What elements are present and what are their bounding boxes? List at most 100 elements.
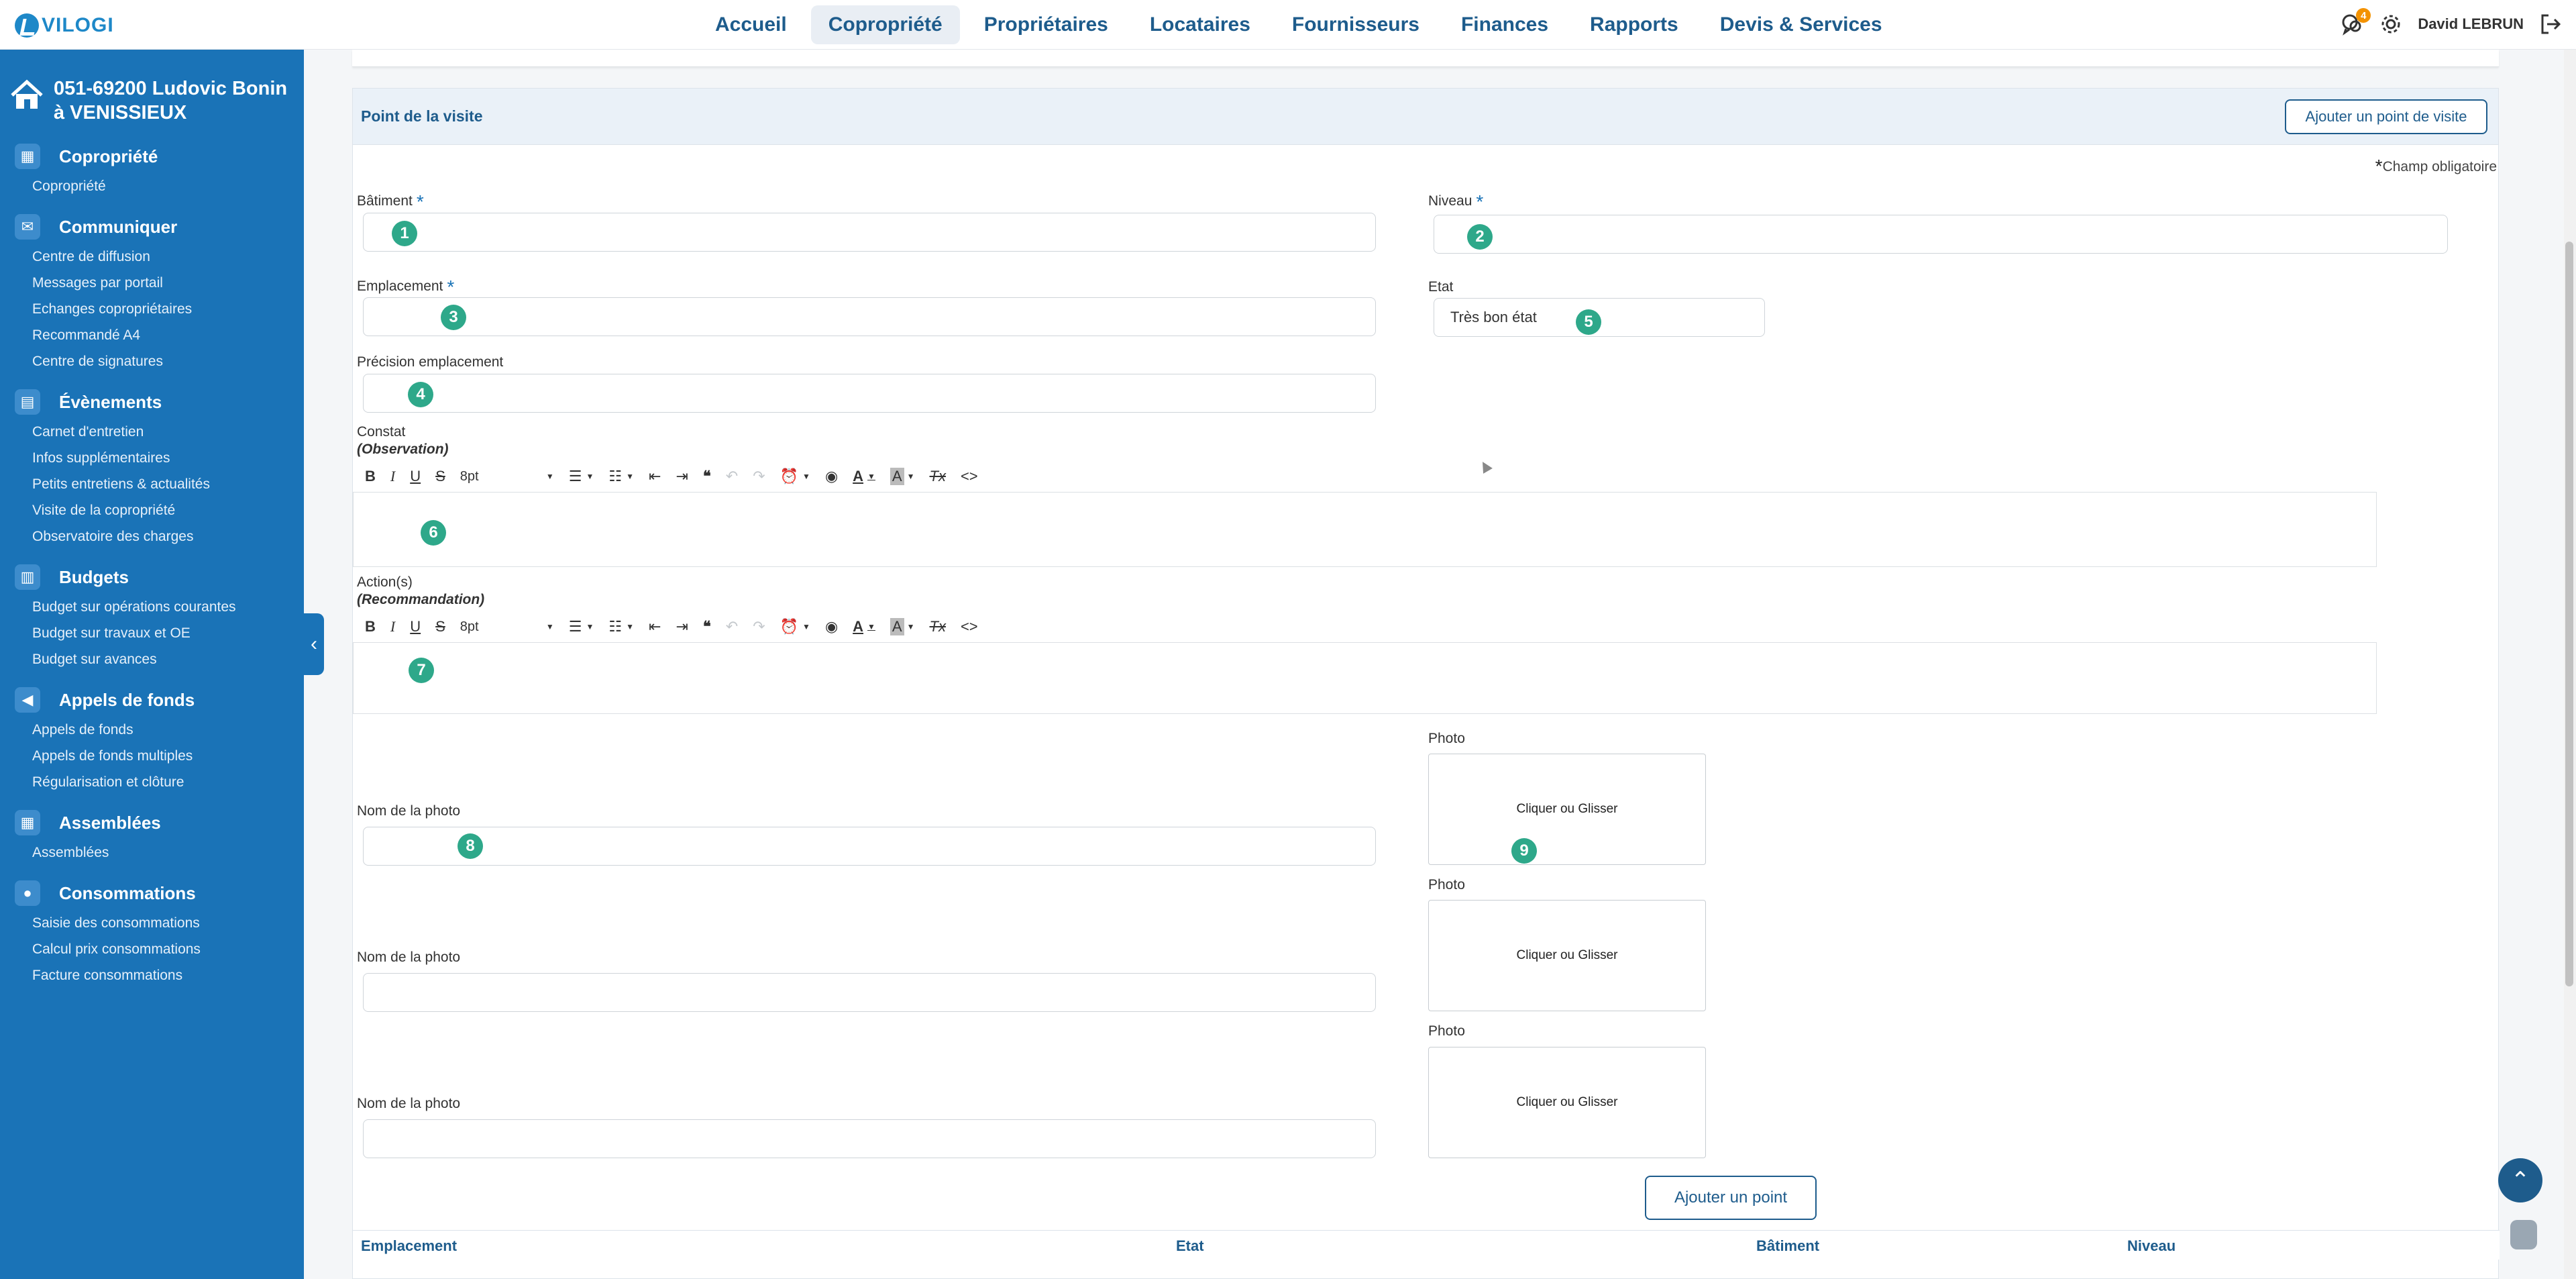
highlight-icon[interactable]: A [890,618,904,635]
preview-icon[interactable]: ◉ [825,615,838,639]
bullet-list-icon[interactable]: ☰ ▼ [569,615,594,639]
undo-icon[interactable]: ↶ [726,615,738,639]
sidebar-item-recommande[interactable]: Recommandé A4 [0,322,304,348]
scrollbar-thumb[interactable] [2565,242,2573,986]
photo-dropzone-3[interactable]: Cliquer ou Glisser [1428,1047,1706,1158]
photo-dropzone-2[interactable]: Cliquer ou Glisser [1428,900,1706,1011]
sidebar-item-budget-courantes[interactable]: Budget sur opérations courantes [0,594,304,620]
column-emplacement[interactable]: Emplacement [361,1237,457,1255]
add-point-button[interactable]: Ajouter un point [1645,1176,1817,1220]
highlight-caret-icon[interactable]: ▼ [907,464,915,489]
sidebar-item-regularisation[interactable]: Régularisation et clôture [0,769,304,795]
strikethrough-icon[interactable]: S [435,615,445,639]
nav-proprietaires[interactable]: Propriétaires [967,5,1126,44]
niveau-select[interactable] [1434,215,2448,254]
nav-accueil[interactable]: Accueil [698,5,804,44]
sidebar-item-calcul[interactable]: Calcul prix consommations [0,936,304,962]
nav-devis-services[interactable]: Devis & Services [1703,5,1900,44]
text-color-icon[interactable]: A ▼ [853,464,875,489]
underline-icon[interactable]: U [410,615,421,639]
bullet-list-icon[interactable]: ☰ ▼ [569,464,594,489]
vilogi-logo[interactable]: VILOGI [15,11,114,40]
sidebar-section-title[interactable]: ● Consommations [0,876,304,910]
nav-rapports[interactable]: Rapports [1572,5,1696,44]
nav-fournisseurs[interactable]: Fournisseurs [1275,5,1437,44]
nav-finances[interactable]: Finances [1444,5,1566,44]
clear-format-icon[interactable]: Tx [930,615,946,639]
sidebar-item-budget-avances[interactable]: Budget sur avances [0,646,304,672]
highlight-caret-icon[interactable]: ▼ [907,615,915,639]
sidebar-section-title[interactable]: ▥ Budgets [0,560,304,594]
sidebar-item-facture[interactable]: Facture consommations [0,962,304,988]
sidebar-section-title[interactable]: ◀ Appels de fonds [0,683,304,717]
sidebar-item-centre-diffusion[interactable]: Centre de diffusion [0,244,304,270]
photo-name-input-3[interactable] [363,1119,1376,1158]
outdent-icon[interactable]: ⇤ [649,615,661,639]
indent-icon[interactable]: ⇥ [676,464,688,489]
column-niveau[interactable]: Niveau [2127,1237,2176,1255]
gear-icon[interactable] [2379,12,2403,36]
sidebar-item-appels-fonds[interactable]: Appels de fonds [0,717,304,743]
sidebar-section-title[interactable]: ▤ Évènements [0,385,304,419]
underline-icon[interactable]: U [410,464,421,489]
sidebar-item-budget-travaux[interactable]: Budget sur travaux et OE [0,620,304,646]
indent-icon[interactable]: ⇥ [676,615,688,639]
numbered-list-icon[interactable]: ☷ ▼ [608,615,634,639]
sidebar-item-carnet[interactable]: Carnet d'entretien [0,419,304,445]
precision-input[interactable] [363,374,1376,413]
sidebar-item-appels-multiples[interactable]: Appels de fonds multiples [0,743,304,769]
sidebar-item-signatures[interactable]: Centre de signatures [0,348,304,374]
undo-icon[interactable]: ↶ [726,464,738,489]
action-editor[interactable] [353,642,2377,714]
sidebar-item-assemblees[interactable]: Assemblées [0,839,304,866]
notifications-icon[interactable]: 4 [2340,8,2371,36]
font-size-select[interactable]: 8pt ▼ [460,464,554,489]
chatbot-robot-icon[interactable] [2510,1220,2537,1249]
bold-icon[interactable]: B [365,615,376,639]
sidebar-item-messages-portail[interactable]: Messages par portail [0,270,304,296]
italic-icon[interactable]: I [390,615,395,639]
sidebar-item-echanges[interactable]: Echanges copropriétaires [0,296,304,322]
add-visit-point-button[interactable]: Ajouter un point de visite [2285,99,2487,134]
strikethrough-icon[interactable]: S [435,464,445,489]
blockquote-icon[interactable]: ❝ [703,464,711,489]
font-size-select[interactable]: 8pt ▼ [460,615,554,639]
text-color-icon[interactable]: A ▼ [853,615,875,639]
emoticon-icon[interactable]: ⏰ ▼ [780,615,810,639]
photo-dropzone-1[interactable]: Cliquer ou Glisser [1428,754,1706,865]
bold-icon[interactable]: B [365,464,376,489]
emplacement-select[interactable] [363,297,1376,336]
nav-locataires[interactable]: Locataires [1132,5,1268,44]
nav-copropriete[interactable]: Copropriété [810,5,960,44]
redo-icon[interactable]: ↷ [753,615,765,639]
blockquote-icon[interactable]: ❝ [703,615,711,639]
source-code-icon[interactable]: <> [961,615,978,639]
user-name[interactable]: David LEBRUN [2418,15,2524,33]
photo-name-input-1[interactable] [363,827,1376,866]
column-etat[interactable]: Etat [1176,1237,1204,1255]
sidebar-item-observatoire[interactable]: Observatoire des charges [0,523,304,550]
sidebar-item-copropriete[interactable]: Copropriété [0,173,304,199]
sidebar-item-visite[interactable]: Visite de la copropriété [0,497,304,523]
italic-icon[interactable]: I [390,464,395,489]
sidebar-item-petits-entretiens[interactable]: Petits entretiens & actualités [0,471,304,497]
photo-name-input-2[interactable] [363,973,1376,1012]
sidebar-item-infos[interactable]: Infos supplémentaires [0,445,304,471]
outdent-icon[interactable]: ⇤ [649,464,661,489]
emoticon-icon[interactable]: ⏰ ▼ [780,464,810,489]
constat-editor[interactable] [353,492,2377,567]
sidebar-section-title[interactable]: ✉ Communiquer [0,210,304,244]
highlight-icon[interactable]: A [890,468,904,485]
sidebar-section-title[interactable]: ▦ Assemblées [0,806,304,839]
sidebar-item-saisie[interactable]: Saisie des consommations [0,910,304,936]
sidebar-section-title[interactable]: ▦ Copropriété [0,140,304,173]
scroll-to-top-button[interactable]: ⌃ [2498,1158,2542,1203]
sidebar-collapse-button[interactable]: ‹ [304,613,324,675]
source-code-icon[interactable]: <> [961,464,978,489]
logout-icon[interactable] [2538,12,2563,36]
numbered-list-icon[interactable]: ☷ ▼ [608,464,634,489]
clear-format-icon[interactable]: Tx [930,464,946,489]
preview-icon[interactable]: ◉ [825,464,838,489]
batiment-select[interactable] [363,213,1376,252]
redo-icon[interactable]: ↷ [753,464,765,489]
